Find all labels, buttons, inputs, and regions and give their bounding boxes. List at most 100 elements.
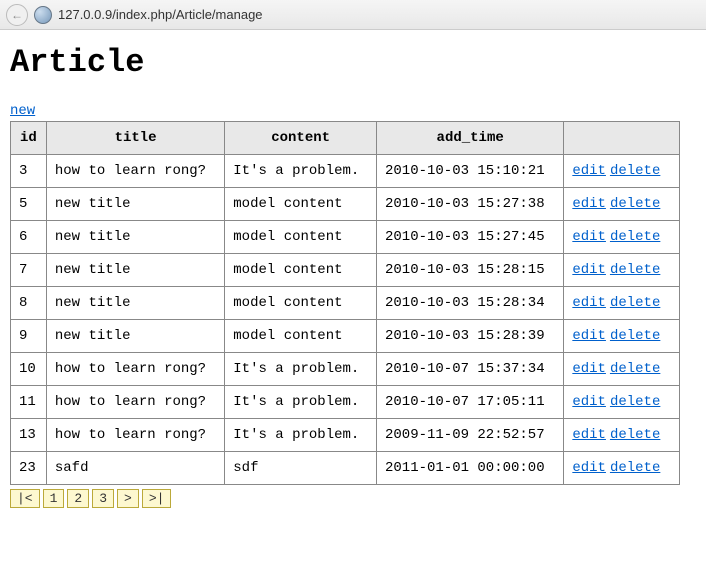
- cell-actions: editdelete: [564, 386, 680, 419]
- new-article-link[interactable]: new: [10, 103, 35, 119]
- edit-link[interactable]: edit: [572, 196, 606, 212]
- cell-actions: editdelete: [564, 452, 680, 485]
- cell-actions: editdelete: [564, 188, 680, 221]
- cell-content: model content: [225, 188, 377, 221]
- edit-link[interactable]: edit: [572, 361, 606, 377]
- delete-link[interactable]: delete: [610, 295, 660, 311]
- delete-link[interactable]: delete: [610, 460, 660, 476]
- edit-link[interactable]: edit: [572, 163, 606, 179]
- cell-actions: editdelete: [564, 254, 680, 287]
- pager-page[interactable]: 1: [43, 489, 65, 508]
- table-row: 6new titlemodel content2010-10-03 15:27:…: [11, 221, 680, 254]
- page-title: Article: [10, 44, 696, 81]
- cell-actions: editdelete: [564, 287, 680, 320]
- cell-id: 7: [11, 254, 47, 287]
- delete-link[interactable]: delete: [610, 427, 660, 443]
- pager-next[interactable]: >: [117, 489, 139, 508]
- cell-actions: editdelete: [564, 320, 680, 353]
- cell-id: 8: [11, 287, 47, 320]
- cell-id: 9: [11, 320, 47, 353]
- cell-id: 11: [11, 386, 47, 419]
- cell-id: 13: [11, 419, 47, 452]
- table-row: 9new titlemodel content2010-10-03 15:28:…: [11, 320, 680, 353]
- cell-title: new title: [46, 320, 224, 353]
- cell-id: 23: [11, 452, 47, 485]
- cell-title: new title: [46, 188, 224, 221]
- edit-link[interactable]: edit: [572, 427, 606, 443]
- cell-title: how to learn rong?: [46, 353, 224, 386]
- cell-id: 5: [11, 188, 47, 221]
- cell-add-time: 2010-10-03 15:28:34: [376, 287, 563, 320]
- delete-link[interactable]: delete: [610, 163, 660, 179]
- cell-content: It's a problem.: [225, 386, 377, 419]
- cell-title: how to learn rong?: [46, 155, 224, 188]
- table-row: 10how to learn rong?It's a problem.2010-…: [11, 353, 680, 386]
- cell-content: sdf: [225, 452, 377, 485]
- table-row: 7new titlemodel content2010-10-03 15:28:…: [11, 254, 680, 287]
- cell-content: It's a problem.: [225, 155, 377, 188]
- col-id: id: [11, 122, 47, 155]
- pagination: |< 123 > >|: [10, 489, 696, 508]
- cell-id: 10: [11, 353, 47, 386]
- cell-actions: editdelete: [564, 155, 680, 188]
- table-header-row: id title content add_time: [11, 122, 680, 155]
- globe-icon: [34, 6, 52, 24]
- delete-link[interactable]: delete: [610, 262, 660, 278]
- cell-title: how to learn rong?: [46, 419, 224, 452]
- cell-title: new title: [46, 287, 224, 320]
- cell-add-time: 2010-10-03 15:27:45: [376, 221, 563, 254]
- cell-content: model content: [225, 221, 377, 254]
- cell-add-time: 2010-10-03 15:28:15: [376, 254, 563, 287]
- cell-content: It's a problem.: [225, 419, 377, 452]
- cell-title: new title: [46, 221, 224, 254]
- back-button[interactable]: ←: [6, 4, 28, 26]
- cell-content: model content: [225, 254, 377, 287]
- pager-last[interactable]: >|: [142, 489, 172, 508]
- col-add-time: add_time: [376, 122, 563, 155]
- pager-page[interactable]: 2: [67, 489, 89, 508]
- delete-link[interactable]: delete: [610, 394, 660, 410]
- browser-toolbar: ← 127.0.0.9/index.php/Article/manage: [0, 0, 706, 30]
- delete-link[interactable]: delete: [610, 361, 660, 377]
- article-table: id title content add_time 3how to learn …: [10, 121, 680, 485]
- table-row: 8new titlemodel content2010-10-03 15:28:…: [11, 287, 680, 320]
- delete-link[interactable]: delete: [610, 196, 660, 212]
- cell-content: model content: [225, 287, 377, 320]
- col-content: content: [225, 122, 377, 155]
- edit-link[interactable]: edit: [572, 394, 606, 410]
- cell-actions: editdelete: [564, 353, 680, 386]
- cell-add-time: 2010-10-07 15:37:34: [376, 353, 563, 386]
- cell-title: safd: [46, 452, 224, 485]
- edit-link[interactable]: edit: [572, 328, 606, 344]
- cell-add-time: 2010-10-03 15:27:38: [376, 188, 563, 221]
- pager-page[interactable]: 3: [92, 489, 114, 508]
- edit-link[interactable]: edit: [572, 460, 606, 476]
- cell-title: new title: [46, 254, 224, 287]
- edit-link[interactable]: edit: [572, 295, 606, 311]
- cell-add-time: 2010-10-03 15:28:39: [376, 320, 563, 353]
- cell-title: how to learn rong?: [46, 386, 224, 419]
- edit-link[interactable]: edit: [572, 229, 606, 245]
- cell-id: 3: [11, 155, 47, 188]
- arrow-left-icon: ←: [11, 8, 23, 22]
- cell-add-time: 2009-11-09 22:52:57: [376, 419, 563, 452]
- cell-id: 6: [11, 221, 47, 254]
- cell-content: It's a problem.: [225, 353, 377, 386]
- address-bar[interactable]: 127.0.0.9/index.php/Article/manage: [58, 7, 263, 22]
- cell-actions: editdelete: [564, 221, 680, 254]
- delete-link[interactable]: delete: [610, 229, 660, 245]
- table-row: 23safdsdf2011-01-01 00:00:00editdelete: [11, 452, 680, 485]
- cell-actions: editdelete: [564, 419, 680, 452]
- table-row: 13how to learn rong?It's a problem.2009-…: [11, 419, 680, 452]
- cell-content: model content: [225, 320, 377, 353]
- col-title: title: [46, 122, 224, 155]
- table-row: 11how to learn rong?It's a problem.2010-…: [11, 386, 680, 419]
- table-row: 5new titlemodel content2010-10-03 15:27:…: [11, 188, 680, 221]
- col-actions: [564, 122, 680, 155]
- table-row: 3how to learn rong?It's a problem.2010-1…: [11, 155, 680, 188]
- cell-add-time: 2011-01-01 00:00:00: [376, 452, 563, 485]
- delete-link[interactable]: delete: [610, 328, 660, 344]
- edit-link[interactable]: edit: [572, 262, 606, 278]
- pager-first[interactable]: |<: [10, 489, 40, 508]
- cell-add-time: 2010-10-03 15:10:21: [376, 155, 563, 188]
